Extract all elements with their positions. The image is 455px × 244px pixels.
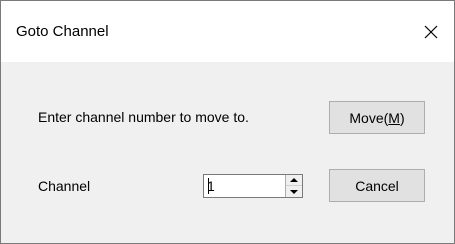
spin-buttons [285,175,302,197]
spin-up-button[interactable] [286,175,302,186]
move-button[interactable]: Move(M) [329,101,425,134]
close-button[interactable] [408,1,454,62]
channel-label: Channel [38,178,91,194]
title-bar: Goto Channel [1,1,454,62]
channel-input[interactable] [204,175,284,197]
cancel-button-label: Cancel [355,177,399,194]
prompt-text: Enter channel number to move to. [38,109,249,125]
move-button-mnemonic: M [388,109,400,126]
dialog-title: Goto Channel [16,23,109,40]
move-button-label: Move( [349,109,389,126]
spin-down-icon [290,189,298,194]
move-button-suffix: ) [399,109,405,126]
close-icon [424,25,438,39]
spin-up-icon [290,178,298,182]
channel-spinbox [203,174,303,198]
cancel-button[interactable]: Cancel [329,169,425,202]
spin-down-button[interactable] [286,186,302,197]
text-caret [208,178,209,194]
goto-channel-dialog: Goto Channel Enter channel number to mov… [0,0,455,244]
